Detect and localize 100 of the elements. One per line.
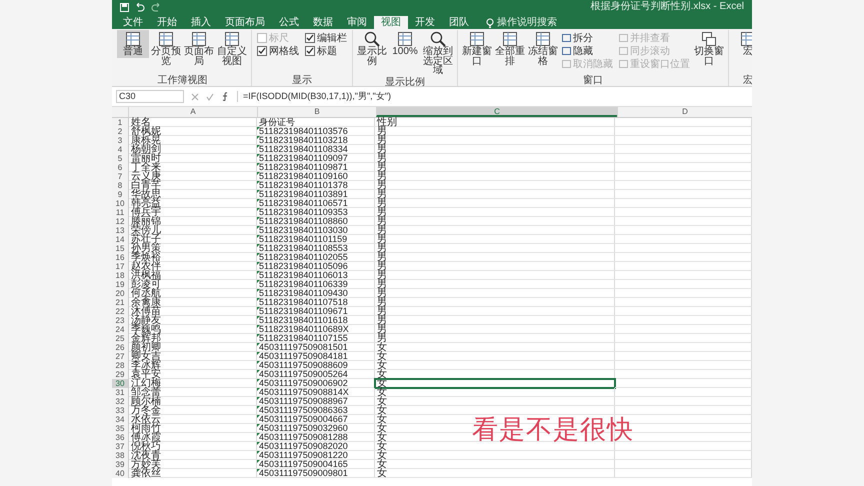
save-icon[interactable] bbox=[120, 2, 129, 12]
row-header[interactable]: 17 bbox=[112, 262, 129, 271]
row-header[interactable]: 30 bbox=[112, 379, 129, 388]
table-cell: 汤静友 bbox=[129, 316, 257, 325]
error-triangle-icon bbox=[257, 289, 260, 292]
row-header[interactable]: 20 bbox=[112, 289, 129, 298]
row-header[interactable]: 25 bbox=[112, 334, 129, 343]
row-header[interactable]: 10 bbox=[112, 199, 129, 208]
row-header[interactable]: 2 bbox=[112, 127, 129, 136]
row-header[interactable]: 31 bbox=[112, 388, 129, 397]
row-header[interactable]: 38 bbox=[112, 451, 129, 460]
ribbon-tab[interactable]: 公式 bbox=[272, 16, 306, 29]
redo-icon[interactable] bbox=[151, 2, 161, 12]
ribbon-button[interactable]: 自定义视图 bbox=[216, 30, 248, 67]
row-header[interactable]: 26 bbox=[112, 343, 129, 352]
ribbon-button[interactable]: 缩放到选定区域 bbox=[422, 30, 454, 76]
row-header[interactable]: 34 bbox=[112, 415, 129, 424]
row-header[interactable]: 29 bbox=[112, 370, 129, 379]
row-header[interactable]: 14 bbox=[112, 235, 129, 244]
error-triangle-icon bbox=[257, 406, 260, 409]
error-triangle-icon bbox=[257, 397, 260, 400]
table-cell: 男 bbox=[375, 208, 615, 217]
row-header[interactable]: 33 bbox=[112, 406, 129, 415]
row-header[interactable]: 3 bbox=[112, 136, 129, 145]
ribbon-button[interactable]: 分页预览 bbox=[150, 30, 182, 67]
table-cell: 女 bbox=[375, 442, 615, 451]
row-header[interactable]: 28 bbox=[112, 361, 129, 370]
row-header[interactable]: 1 bbox=[112, 118, 129, 127]
column-header[interactable]: A bbox=[128, 107, 257, 117]
checkbox[interactable]: 编辑栏 bbox=[305, 32, 347, 44]
table-cell: 511823198401109430 bbox=[257, 289, 375, 298]
row-header[interactable]: 32 bbox=[112, 397, 129, 406]
ribbon-button[interactable]: 页面布局 bbox=[183, 30, 215, 67]
ribbon-button[interactable]: 拆分 bbox=[562, 32, 613, 44]
error-triangle-icon bbox=[257, 145, 260, 148]
ribbon-tab[interactable]: 视图 bbox=[374, 16, 408, 29]
row-header[interactable]: 40 bbox=[112, 469, 129, 478]
table-cell: 男 bbox=[375, 244, 615, 253]
ribbon-button[interactable]: 普通 bbox=[117, 30, 149, 58]
ribbon-button[interactable]: 切换窗口 bbox=[693, 30, 725, 67]
column-header[interactable]: D bbox=[617, 107, 752, 117]
ribbon-tab[interactable]: 插入 bbox=[184, 16, 218, 29]
table-cell: 卿女吉 bbox=[129, 352, 257, 361]
ribbon-tab[interactable]: 开始 bbox=[150, 16, 184, 29]
magnifier-icon bbox=[364, 31, 380, 47]
row-header[interactable]: 18 bbox=[112, 271, 129, 280]
row-header[interactable]: 6 bbox=[112, 163, 129, 172]
row-header[interactable]: 23 bbox=[112, 316, 129, 325]
row-header[interactable]: 13 bbox=[112, 226, 129, 235]
row-header[interactable]: 7 bbox=[112, 172, 129, 181]
function-icon[interactable] bbox=[221, 92, 230, 101]
table-cell: 511823198401109160 bbox=[257, 172, 375, 181]
ribbon-button[interactable]: 100% bbox=[389, 30, 421, 58]
ribbon-tab[interactable]: 页面布局 bbox=[218, 16, 272, 29]
name-box[interactable]: C30 bbox=[116, 90, 184, 103]
ribbon-tab[interactable]: 审阅 bbox=[340, 16, 374, 29]
table-cell: 云义庚 bbox=[129, 172, 257, 181]
row-header[interactable]: 39 bbox=[112, 460, 129, 469]
table-cell: 511823198401108334 bbox=[257, 145, 375, 154]
error-triangle-icon bbox=[257, 235, 260, 238]
column-header[interactable]: C bbox=[376, 107, 617, 117]
row-header[interactable]: 12 bbox=[112, 217, 129, 226]
table-cell: 女 bbox=[375, 406, 615, 415]
row-header[interactable]: 9 bbox=[112, 190, 129, 199]
row-header[interactable]: 27 bbox=[112, 352, 129, 361]
table-cell: 柯雨竹 bbox=[129, 424, 257, 433]
row-header[interactable]: 15 bbox=[112, 244, 129, 253]
formula-field[interactable]: =IF(ISODD(MID(B30,17,1)),"男","女") bbox=[237, 91, 748, 102]
row-header[interactable]: 11 bbox=[112, 208, 129, 217]
row-header[interactable]: 4 bbox=[112, 145, 129, 154]
tell-me-search[interactable]: 操作说明搜索 bbox=[486, 16, 567, 29]
ribbon-button[interactable]: 显示比例 bbox=[356, 30, 388, 67]
row-header[interactable]: 19 bbox=[112, 280, 129, 289]
ribbon-tab[interactable]: 数据 bbox=[306, 16, 340, 29]
row-header[interactable]: 22 bbox=[112, 307, 129, 316]
ribbon-tab[interactable]: 开发 bbox=[408, 16, 442, 29]
check-icon[interactable] bbox=[206, 92, 214, 100]
row-header[interactable]: 35 bbox=[112, 424, 129, 433]
ribbon-button[interactable]: 全部重排 bbox=[494, 30, 526, 67]
row-header[interactable]: 8 bbox=[112, 181, 129, 190]
ribbon-tab[interactable]: 文件 bbox=[116, 16, 150, 29]
error-triangle-icon bbox=[257, 352, 260, 355]
table-cell: 女 bbox=[375, 388, 615, 397]
square-icon bbox=[619, 60, 628, 68]
ribbon-button[interactable]: 隐藏 bbox=[562, 45, 613, 57]
checkbox[interactable]: 网格线 bbox=[257, 45, 299, 57]
row-header[interactable]: 5 bbox=[112, 154, 129, 163]
table-cell: 男 bbox=[375, 316, 615, 325]
ribbon-button[interactable]: 新建窗口 bbox=[461, 30, 493, 67]
ribbon-button[interactable]: 冻结窗格 bbox=[527, 30, 559, 67]
undo-icon[interactable] bbox=[135, 2, 145, 12]
row-header[interactable]: 21 bbox=[112, 298, 129, 307]
row-header[interactable]: 24 bbox=[112, 325, 129, 334]
row-header[interactable]: 16 bbox=[112, 253, 129, 262]
table-cell: 沐傅苗 bbox=[129, 307, 257, 316]
table-cell: 龚依丝 bbox=[129, 469, 257, 478]
row-header[interactable]: 36 bbox=[112, 433, 129, 442]
ribbon-tab[interactable]: 团队 bbox=[442, 16, 476, 29]
checkbox[interactable]: 标题 bbox=[305, 45, 347, 57]
row-header[interactable]: 37 bbox=[112, 442, 129, 451]
